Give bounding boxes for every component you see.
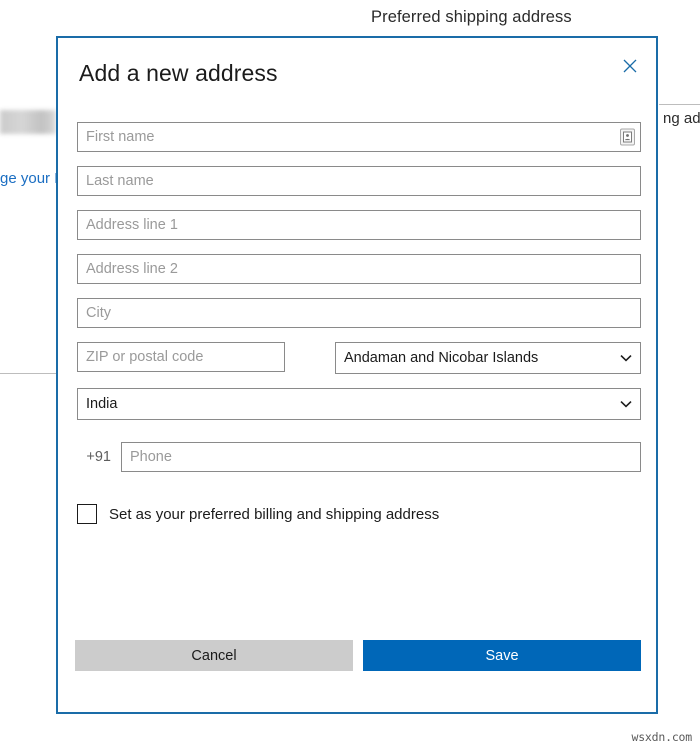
close-button[interactable]	[616, 52, 644, 80]
close-icon	[623, 59, 637, 73]
zip-state-row: Andaman and Nicobar Islands	[77, 342, 641, 374]
phone-input-wrap	[121, 442, 641, 472]
cancel-button[interactable]: Cancel	[75, 640, 353, 671]
zip-input[interactable]	[77, 342, 285, 372]
dialog-title: Add a new address	[79, 60, 278, 86]
country-row: India	[77, 388, 641, 420]
background-divider-left	[0, 373, 57, 374]
first-name-row	[77, 122, 641, 152]
background-divider-right	[659, 104, 700, 105]
state-select[interactable]: Andaman and Nicobar Islands	[335, 342, 641, 374]
preferred-address-checkbox[interactable]	[77, 504, 97, 524]
first-name-input[interactable]	[77, 122, 641, 152]
preferred-address-row[interactable]: Set as your preferred billing and shippi…	[77, 504, 641, 524]
city-row	[77, 298, 641, 328]
last-name-input[interactable]	[77, 166, 641, 196]
page-root: Preferred shipping address ge your M ng …	[0, 0, 700, 750]
address-line-1-input[interactable]	[77, 210, 641, 240]
phone-country-code: +91	[86, 449, 111, 465]
footer-credit: wsxdn.com	[631, 730, 692, 744]
city-input[interactable]	[77, 298, 641, 328]
address-line-1-row	[77, 210, 641, 240]
add-address-dialog: Add a new address First name Last name A…	[56, 36, 658, 714]
country-select[interactable]: India	[77, 388, 641, 420]
last-name-row	[77, 166, 641, 196]
contact-card-icon[interactable]	[620, 128, 635, 146]
zip-box	[77, 342, 285, 372]
preferred-address-label: Set as your preferred billing and shippi…	[109, 505, 440, 523]
state-box: Andaman and Nicobar Islands	[335, 342, 641, 374]
background-text-fragment: ng add	[663, 110, 700, 127]
background-blurred-bar	[0, 110, 56, 134]
save-button[interactable]: Save	[363, 640, 641, 671]
address-line-2-row	[77, 254, 641, 284]
background-page-heading: Preferred shipping address	[371, 8, 572, 26]
address-form: Andaman and Nicobar Islands India	[77, 122, 641, 524]
address-line-2-input[interactable]	[77, 254, 641, 284]
phone-row: +91	[77, 442, 641, 472]
dialog-actions: Cancel Save	[75, 640, 641, 671]
phone-input[interactable]	[121, 442, 641, 472]
